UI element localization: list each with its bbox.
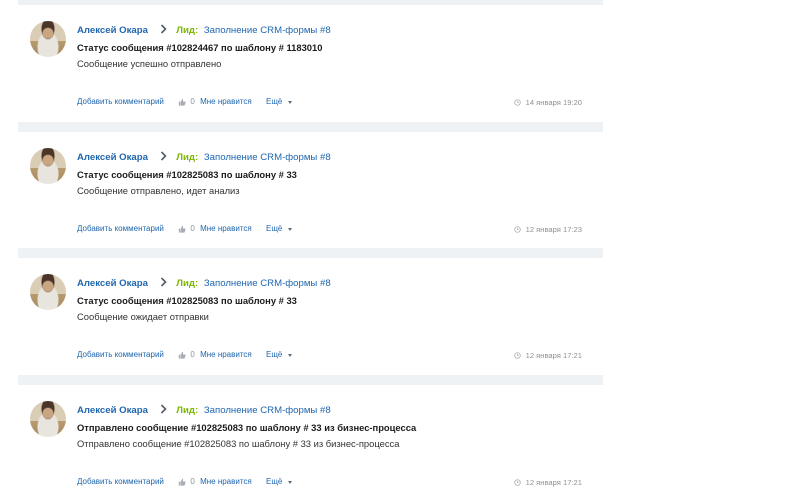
clock-icon <box>514 352 522 359</box>
more-menu-button[interactable]: Ещё <box>266 97 292 106</box>
like-count: 0 <box>190 350 195 359</box>
clock-icon <box>514 226 522 233</box>
lead-link[interactable]: Заполнение CRM-формы #8 <box>204 405 331 416</box>
caret-down-icon <box>287 227 292 231</box>
chevron-right-icon <box>160 277 167 287</box>
clock-icon <box>514 479 522 486</box>
lead-prefix: Лид: <box>176 405 199 416</box>
caret-down-icon <box>287 100 292 104</box>
post-time: 14 января 19:20 <box>514 97 582 109</box>
like-count: 0 <box>190 97 195 106</box>
more-menu-button[interactable]: Ещё <box>266 224 292 233</box>
author-avatar[interactable] <box>30 148 66 184</box>
post-time: 12 января 17:21 <box>514 350 582 362</box>
add-comment-button[interactable]: Добавить комментарий <box>77 350 164 359</box>
like-button[interactable]: 0 Мне нравится <box>178 224 254 233</box>
lead-prefix: Лид: <box>176 152 199 163</box>
post-text: Сообщение ожидает отправки <box>77 311 209 322</box>
post-timestamp: 12 января 17:21 <box>525 478 582 487</box>
thumbs-up-icon <box>178 351 186 359</box>
like-count: 0 <box>190 477 195 486</box>
post-title: Статус сообщения #102825083 по шаблону #… <box>77 295 297 306</box>
post-title: Отправлено сообщение #102825083 по шабло… <box>77 422 417 433</box>
post-header: Алексей Окара Лид: Заполнение CRM-формы … <box>77 277 331 291</box>
caret-down-icon <box>287 480 292 484</box>
feed-post: Алексей Окара Лид: Заполнение CRM-формы … <box>18 132 603 242</box>
clock-icon <box>514 99 522 106</box>
feed-post: Алексей Окара Лид: Заполнение CRM-формы … <box>18 5 603 115</box>
author-avatar[interactable] <box>30 21 66 57</box>
post-actions: Добавить комментарий 0 Мне нравится Ещё <box>77 349 292 361</box>
like-button[interactable]: 0 Мне нравится <box>178 350 254 359</box>
like-count: 0 <box>190 224 195 233</box>
post-timestamp: 12 января 17:21 <box>525 351 582 360</box>
post-time: 12 января 17:23 <box>514 224 582 236</box>
feed-separator <box>18 248 603 258</box>
post-title: Статус сообщения #102824467 по шаблону #… <box>77 42 323 53</box>
more-label[interactable]: Ещё <box>266 224 282 233</box>
more-label[interactable]: Ещё <box>266 350 282 359</box>
chevron-right-icon <box>160 404 167 414</box>
lead-prefix: Лид: <box>176 25 199 36</box>
more-label[interactable]: Ещё <box>266 97 282 106</box>
live-feed: Алексей Окара Лид: Заполнение CRM-формы … <box>18 0 603 498</box>
add-comment-button[interactable]: Добавить комментарий <box>77 97 164 106</box>
thumbs-up-icon <box>178 478 186 486</box>
author-link[interactable]: Алексей Окара <box>77 25 148 36</box>
caret-down-icon <box>287 353 292 357</box>
feed-post: Алексей Окара Лид: Заполнение CRM-формы … <box>18 385 603 495</box>
author-link[interactable]: Алексей Окара <box>77 152 148 163</box>
more-label[interactable]: Ещё <box>266 477 282 486</box>
feed-post: Алексей Окара Лид: Заполнение CRM-формы … <box>18 258 603 368</box>
lead-link[interactable]: Заполнение CRM-формы #8 <box>204 25 331 36</box>
post-header: Алексей Окара Лид: Заполнение CRM-формы … <box>77 151 331 165</box>
post-time: 12 января 17:21 <box>514 477 582 489</box>
author-link[interactable]: Алексей Окара <box>77 278 148 289</box>
post-header: Алексей Окара Лид: Заполнение CRM-формы … <box>77 404 331 418</box>
more-menu-button[interactable]: Ещё <box>266 350 292 359</box>
like-label[interactable]: Мне нравится <box>200 350 252 359</box>
feed-separator <box>18 122 603 132</box>
thumbs-up-icon <box>178 98 186 106</box>
chevron-right-icon <box>160 151 167 161</box>
lead-prefix: Лид: <box>176 278 199 289</box>
more-menu-button[interactable]: Ещё <box>266 477 292 486</box>
like-label[interactable]: Мне нравится <box>200 477 252 486</box>
post-actions: Добавить комментарий 0 Мне нравится Ещё <box>77 476 292 488</box>
like-label[interactable]: Мне нравится <box>200 97 252 106</box>
chevron-right-icon <box>160 24 167 34</box>
author-avatar[interactable] <box>30 274 66 310</box>
thumbs-up-icon <box>178 225 186 233</box>
post-actions: Добавить комментарий 0 Мне нравится Ещё <box>77 96 292 108</box>
add-comment-button[interactable]: Добавить комментарий <box>77 224 164 233</box>
like-button[interactable]: 0 Мне нравится <box>178 477 254 486</box>
lead-link[interactable]: Заполнение CRM-формы #8 <box>204 152 331 163</box>
post-text: Сообщение успешно отправлено <box>77 58 222 69</box>
post-timestamp: 12 января 17:23 <box>525 225 582 234</box>
author-link[interactable]: Алексей Окара <box>77 405 148 416</box>
post-timestamp: 14 января 19:20 <box>525 98 582 107</box>
like-button[interactable]: 0 Мне нравится <box>178 97 254 106</box>
author-avatar[interactable] <box>30 401 66 437</box>
add-comment-button[interactable]: Добавить комментарий <box>77 477 164 486</box>
feed-separator <box>18 375 603 385</box>
post-header: Алексей Окара Лид: Заполнение CRM-формы … <box>77 24 331 38</box>
post-title: Статус сообщения #102825083 по шаблону #… <box>77 169 297 180</box>
post-text: Отправлено сообщение #102825083 по шабло… <box>77 438 400 449</box>
lead-link[interactable]: Заполнение CRM-формы #8 <box>204 278 331 289</box>
post-text: Сообщение отправлено, идет анализ <box>77 185 240 196</box>
post-actions: Добавить комментарий 0 Мне нравится Ещё <box>77 223 292 235</box>
like-label[interactable]: Мне нравится <box>200 224 252 233</box>
